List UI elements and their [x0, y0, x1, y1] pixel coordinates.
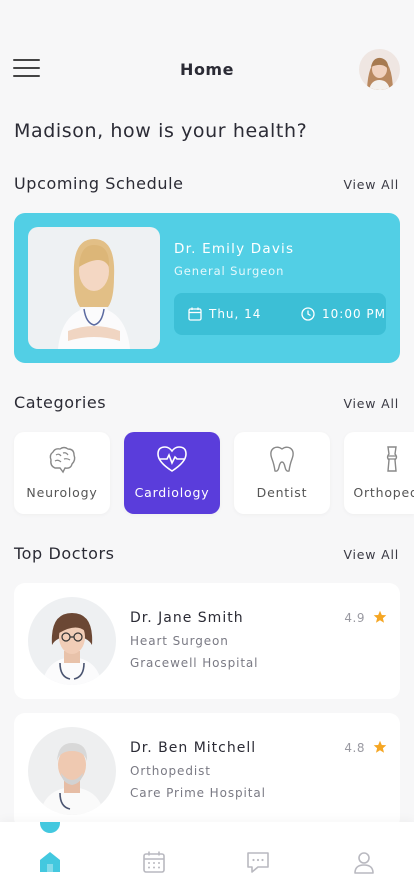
category-orthopedic[interactable]: Orthopedic	[344, 432, 414, 514]
home-icon[interactable]	[30, 842, 70, 882]
top-doctors-section-title: Top Doctors	[14, 544, 115, 563]
clock-icon	[301, 307, 315, 321]
doctor-rating: 4.8	[344, 741, 365, 755]
categories-view-all-link[interactable]: View All	[343, 396, 399, 411]
greeting: Madison, how is your health?	[14, 120, 308, 142]
bone-joint-icon	[344, 444, 414, 474]
doctor-rating: 4.9	[344, 611, 365, 625]
doctor-name: Dr. Jane Smith	[130, 610, 244, 626]
category-label: Dentist	[256, 485, 308, 500]
doctor-card[interactable]: Dr. Jane Smith Heart Surgeon Gracewell H…	[14, 583, 400, 699]
schedule-time: 10:00 PM	[301, 293, 386, 335]
categories-section-title: Categories	[14, 393, 107, 412]
doctor-specialty: Orthopedist	[130, 764, 211, 778]
chat-icon[interactable]	[238, 842, 278, 882]
active-tab-indicator	[40, 822, 60, 833]
category-label: Neurology	[26, 485, 98, 500]
heart-pulse-icon	[124, 444, 220, 474]
doctor-avatar	[28, 597, 116, 685]
bottom-nav	[0, 822, 414, 896]
doctor-photo	[28, 227, 160, 349]
tooth-icon	[234, 444, 330, 474]
schedule-view-all-link[interactable]: View All	[343, 177, 399, 192]
profile-icon[interactable]	[344, 842, 384, 882]
schedule-doctor-name: Dr. Emily Davis	[174, 241, 295, 257]
page-title: Home	[180, 60, 234, 79]
schedule-time-text: 10:00 PM	[322, 307, 386, 321]
calendar-icon[interactable]	[134, 842, 174, 882]
user-avatar[interactable]	[359, 49, 400, 90]
category-cardiology[interactable]: Cardiology	[124, 432, 220, 514]
schedule-date-text: Thu, 14	[209, 307, 262, 321]
schedule-card[interactable]: Dr. Emily Davis General Surgeon Thu, 14 …	[14, 213, 400, 363]
doctor-avatar	[28, 727, 116, 815]
top-doctors-view-all-link[interactable]: View All	[343, 547, 399, 562]
category-dentist[interactable]: Dentist	[234, 432, 330, 514]
calendar-icon	[188, 307, 202, 321]
doctor-name: Dr. Ben Mitchell	[130, 740, 257, 756]
category-neurology[interactable]: Neurology	[14, 432, 110, 514]
doctor-hospital: Gracewell Hospital	[130, 656, 259, 670]
doctor-card[interactable]: Dr. Ben Mitchell Orthopedist Care Prime …	[14, 713, 400, 829]
star-icon	[373, 610, 387, 623]
category-label: Cardiology	[134, 485, 210, 500]
star-icon	[373, 740, 387, 753]
doctor-specialty: Heart Surgeon	[130, 634, 229, 648]
doctor-hospital: Care Prime Hospital	[130, 786, 266, 800]
category-label: Orthopedic	[353, 485, 414, 500]
schedule-section-title: Upcoming Schedule	[14, 174, 184, 193]
schedule-doctor-specialty: General Surgeon	[174, 264, 285, 278]
schedule-date: Thu, 14	[188, 293, 261, 335]
brain-icon	[14, 444, 110, 474]
schedule-datetime: Thu, 14 10:00 PM	[174, 293, 386, 335]
